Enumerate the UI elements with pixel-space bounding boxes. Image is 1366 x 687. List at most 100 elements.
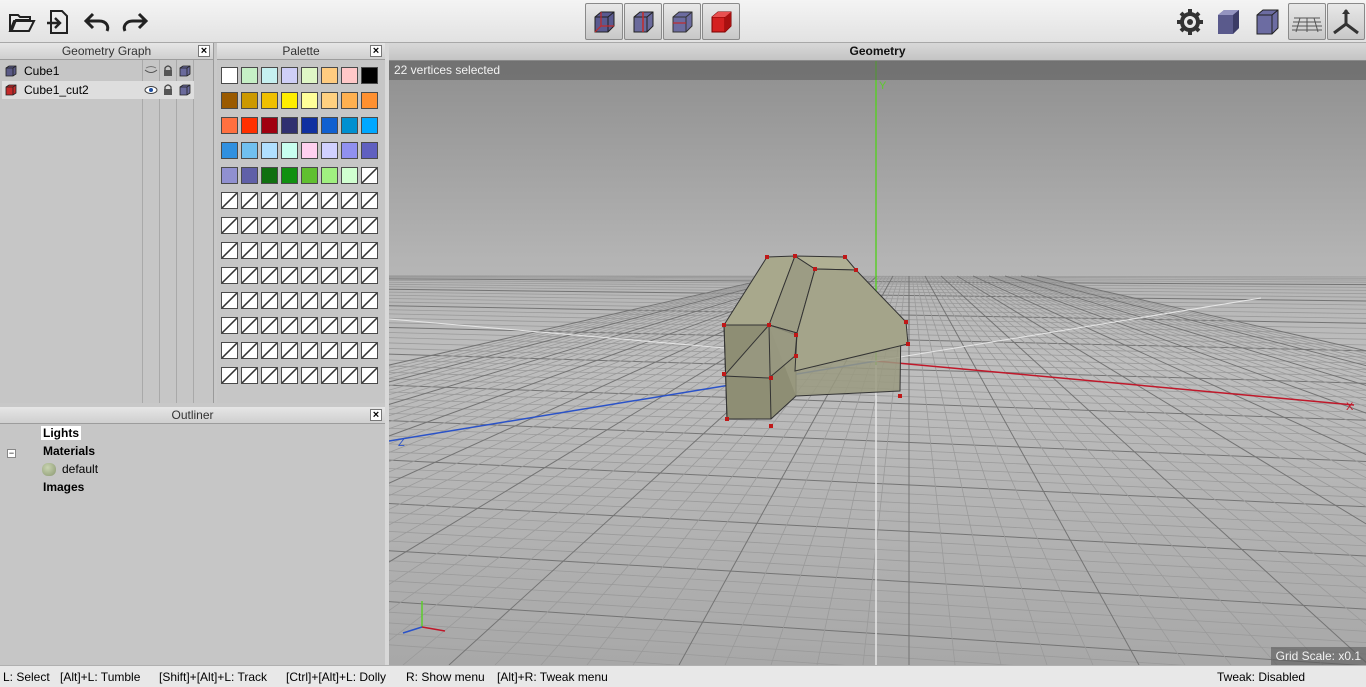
palette-swatch-empty[interactable] [321,292,338,309]
palette-swatch-empty[interactable] [361,317,378,334]
palette-swatch[interactable] [341,67,358,84]
palette-swatch-empty[interactable] [301,267,318,284]
wireframe-shaded-view-button[interactable] [624,3,662,40]
palette-swatch-empty[interactable] [241,342,258,359]
palette-swatch-empty[interactable] [221,317,238,334]
palette-swatch-empty[interactable] [221,217,238,234]
palette-swatch[interactable] [361,117,378,134]
palette-swatch[interactable] [241,92,258,109]
palette-swatch-empty[interactable] [321,267,338,284]
palette-swatch[interactable] [301,67,318,84]
palette-swatch-empty[interactable] [361,242,378,259]
palette-swatch-empty[interactable] [321,217,338,234]
palette-swatch[interactable] [301,117,318,134]
palette-swatch[interactable] [241,142,258,159]
lock-icon[interactable] [160,82,176,98]
palette-swatch[interactable] [281,92,298,109]
palette-swatch-empty[interactable] [261,267,278,284]
smooth-wire-view-button[interactable] [663,3,701,40]
undo-icon[interactable] [79,4,115,40]
palette-swatch[interactable] [321,142,338,159]
palette-swatch-empty[interactable] [241,317,258,334]
palette-swatch[interactable] [261,142,278,159]
palette-swatch[interactable] [321,117,338,134]
palette-swatch-empty[interactable] [361,292,378,309]
palette-swatch-empty[interactable] [341,242,358,259]
palette-swatch-empty[interactable] [361,267,378,284]
grid-toggle-button[interactable] [1288,3,1326,40]
palette-swatch[interactable] [221,142,238,159]
palette-swatch-empty[interactable] [321,317,338,334]
palette-swatch-empty[interactable] [241,367,258,384]
palette-swatch[interactable] [261,117,278,134]
palette-swatch-empty[interactable] [281,292,298,309]
outliner-material-default[interactable]: default [62,462,98,476]
cube-flat-icon[interactable] [1249,4,1285,40]
display-mode-cube-icon[interactable] [177,63,193,79]
palette-swatch-empty[interactable] [341,367,358,384]
wireframe-view-button[interactable] [585,3,623,40]
redo-icon[interactable] [117,4,153,40]
palette-swatch-empty[interactable] [361,367,378,384]
palette-swatch-empty[interactable] [341,342,358,359]
palette-swatch[interactable] [261,92,278,109]
collapse-toggle-icon[interactable]: − [7,449,16,458]
palette-swatch-empty[interactable] [261,342,278,359]
palette-swatch[interactable] [301,167,318,184]
settings-icon[interactable] [1172,4,1208,40]
palette-swatch[interactable] [241,117,258,134]
palette-swatch-empty[interactable] [281,217,298,234]
palette-swatch-empty[interactable] [341,217,358,234]
palette-swatch-empty[interactable] [361,342,378,359]
palette-swatch[interactable] [221,67,238,84]
palette-swatch-empty[interactable] [221,342,238,359]
palette-swatch-empty[interactable] [341,292,358,309]
shaded-view-button[interactable] [702,3,740,40]
palette-swatch-empty[interactable] [281,267,298,284]
palette-swatch[interactable] [261,167,278,184]
palette-swatch-empty[interactable] [241,217,258,234]
palette-swatch[interactable] [221,117,238,134]
palette-swatch-empty[interactable] [361,167,378,184]
viewport-canvas[interactable]: X Y Z [389,61,1366,665]
geometry-graph-item[interactable]: Cube1 [2,62,194,80]
palette-swatch-empty[interactable] [221,267,238,284]
display-mode-cube-icon[interactable] [177,82,193,98]
palette-swatch-empty[interactable] [341,267,358,284]
palette-swatch-empty[interactable] [281,342,298,359]
outliner-images[interactable]: Images [43,480,84,494]
palette-swatch[interactable] [361,67,378,84]
open-icon[interactable] [4,4,40,40]
close-icon[interactable]: × [370,45,382,57]
palette-swatch-empty[interactable] [261,367,278,384]
visibility-eye-icon[interactable] [143,63,159,79]
palette-swatch[interactable] [361,92,378,109]
palette-swatch[interactable] [321,92,338,109]
palette-swatch[interactable] [221,92,238,109]
palette-swatch[interactable] [341,117,358,134]
palette-swatch[interactable] [341,142,358,159]
cube-smooth-icon[interactable] [1210,4,1246,40]
palette-swatch-empty[interactable] [261,242,278,259]
palette-swatch-empty[interactable] [261,317,278,334]
import-icon[interactable] [40,4,76,40]
palette-swatch[interactable] [281,167,298,184]
palette-swatch-empty[interactable] [281,317,298,334]
axes-toggle-button[interactable] [1327,3,1365,40]
palette-swatch-empty[interactable] [301,317,318,334]
palette-swatch[interactable] [301,142,318,159]
palette-swatch-empty[interactable] [301,217,318,234]
geometry-viewport[interactable]: Geometry X Y Z 22 vertices selected Grid… [389,43,1366,665]
palette-swatch-empty[interactable] [321,342,338,359]
palette-swatch-empty[interactable] [281,242,298,259]
palette-swatch-empty[interactable] [241,192,258,209]
outliner-materials[interactable]: Materials [43,444,95,458]
palette-swatch-empty[interactable] [321,192,338,209]
palette-swatch[interactable] [221,167,238,184]
palette-swatch-empty[interactable] [221,242,238,259]
palette-swatch-empty[interactable] [241,242,258,259]
lock-icon[interactable] [160,63,176,79]
palette-swatch[interactable] [281,117,298,134]
close-icon[interactable]: × [370,409,382,421]
palette-swatch[interactable] [301,92,318,109]
